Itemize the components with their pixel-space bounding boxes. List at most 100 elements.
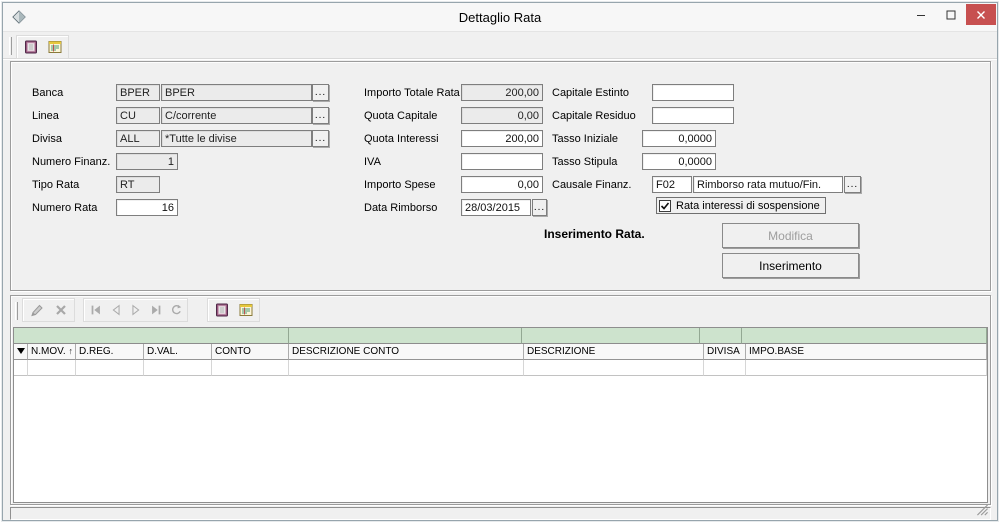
close-icon [973,7,989,23]
divisa-lookup-button[interactable]: ... [312,130,329,147]
column-header-descrizione[interactable]: DESCRIZIONE [524,344,704,360]
data-rimborso-lookup-button[interactable]: ... [532,199,547,216]
maximize-button[interactable] [936,4,966,25]
tasso-stipula-input[interactable] [642,153,716,170]
tasso-stipula-label: Tasso Stipula [552,156,617,168]
refresh-icon [169,303,183,317]
main-toolbar-group [16,35,69,59]
tipo-rata-input[interactable] [116,176,160,193]
quota-capitale-label: Quota Capitale [364,110,437,122]
grid-empty-row[interactable] [14,360,987,376]
nav-first-icon [89,303,103,317]
divisa-desc-input[interactable] [161,130,312,147]
refresh-button[interactable] [166,300,185,320]
capitale-estinto-label: Capitale Estinto [552,87,629,99]
resize-grip-icon[interactable] [976,504,989,519]
causale-finanz-desc-input[interactable] [693,176,843,193]
banca-lookup-button[interactable]: ... [312,84,329,101]
tasso-iniziale-label: Tasso Iniziale [552,133,618,145]
grid-cell [289,360,524,376]
nav-first-button[interactable] [86,300,105,320]
grid-books-group [207,298,260,322]
checkbox-box [659,200,671,212]
numero-finanz-input[interactable] [116,153,178,170]
grid-column-header-row: N.MOV. ↑ D.REG. D.VAL. CONTO DESCRIZIONE… [14,344,987,360]
grid-cell [524,360,704,376]
grid-toolbar-grip [15,302,18,320]
importo-totale-rata-input[interactable] [461,84,543,101]
close-button[interactable] [966,4,996,25]
banca-desc-input[interactable] [161,84,312,101]
linea-desc-input[interactable] [161,107,312,124]
column-header-dval[interactable]: D.VAL. [144,344,212,360]
quota-interessi-input[interactable] [461,130,543,147]
capitale-residuo-label: Capitale Residuo [552,110,636,122]
journal-page-icon [238,302,254,318]
edit-row-button[interactable] [25,300,48,320]
column-header-descrizione-conto[interactable]: DESCRIZIONE CONTO [289,344,524,360]
sort-ascending-icon: ↑ [69,346,74,359]
capitale-estinto-input[interactable] [652,84,734,101]
column-header-divisa[interactable]: DIVISA [704,344,746,360]
causale-finanz-lookup-button[interactable]: ... [844,176,861,193]
tasso-iniziale-input[interactable] [642,130,716,147]
main-toolbar [3,33,997,59]
nav-next-button[interactable] [126,300,145,320]
column-header-impobase[interactable]: IMPO.BASE [746,344,987,360]
banca-label: Banca [32,87,63,99]
ledger-book-button[interactable] [19,37,42,57]
quota-capitale-input[interactable] [461,107,543,124]
grid-nav-group [83,298,188,322]
delete-row-button[interactable] [49,300,72,320]
importo-spese-input[interactable] [461,176,543,193]
column-label: D.VAL. [147,346,178,359]
grid-panel: N.MOV. ↑ D.REG. D.VAL. CONTO DESCRIZIONE… [10,295,991,505]
rata-sospensione-checkbox[interactable]: Rata interessi di sospensione [656,197,826,214]
linea-code-input[interactable] [116,107,160,124]
capitale-residuo-input[interactable] [652,107,734,124]
numero-rata-label: Numero Rata [32,202,97,214]
column-label: DIVISA [707,346,740,359]
grid-edit-group [22,298,75,322]
grid-group-header-row [14,328,987,344]
linea-lookup-button[interactable]: ... [312,107,329,124]
causale-finanz-label: Causale Finanz. [552,179,632,191]
column-header-conto[interactable]: CONTO [212,344,289,360]
linea-label: Linea [32,110,59,122]
quota-interessi-label: Quota Interessi [364,133,439,145]
column-label: DESCRIZIONE CONTO [292,346,399,359]
grid-cell [76,360,144,376]
movements-grid: N.MOV. ↑ D.REG. D.VAL. CONTO DESCRIZIONE… [13,327,988,503]
journal-page-button[interactable] [43,37,66,57]
numero-rata-input[interactable] [116,199,178,216]
column-header-nmov[interactable]: N.MOV. ↑ [28,344,76,360]
rata-sospensione-label: Rata interessi di sospensione [676,200,820,212]
causale-finanz-code-input[interactable] [652,176,692,193]
window-title: Dettaglio Rata [3,10,997,25]
group-cell [700,328,742,344]
iva-input[interactable] [461,153,543,170]
grid-journal-page-button[interactable] [234,300,257,320]
journal-page-icon [47,39,63,55]
grid-cell [14,360,28,376]
dettaglio-rata-window: Dettaglio Rata [2,2,998,521]
grid-cell [704,360,746,376]
form-panel: Banca ... Linea ... Divisa ... Numero Fi… [10,61,991,291]
inserimento-button[interactable]: Inserimento [722,253,859,278]
divisa-code-input[interactable] [116,130,160,147]
banca-code-input[interactable] [116,84,160,101]
data-rimborso-label: Data Rimborso [364,202,437,214]
importo-totale-rata-label: Importo Totale Rata [364,87,460,99]
group-cell [289,328,522,344]
nav-prev-button[interactable] [106,300,125,320]
group-cell [14,328,289,344]
minimize-button[interactable] [906,4,936,25]
modifica-button[interactable]: Modifica [722,223,859,248]
grid-ledger-book-button[interactable] [210,300,233,320]
nav-next-icon [129,303,143,317]
data-rimborso-input[interactable] [461,199,531,216]
toolbar-grip [9,37,12,55]
column-header-dreg[interactable]: D.REG. [76,344,144,360]
titlebar[interactable]: Dettaglio Rata [3,3,997,32]
nav-last-button[interactable] [146,300,165,320]
